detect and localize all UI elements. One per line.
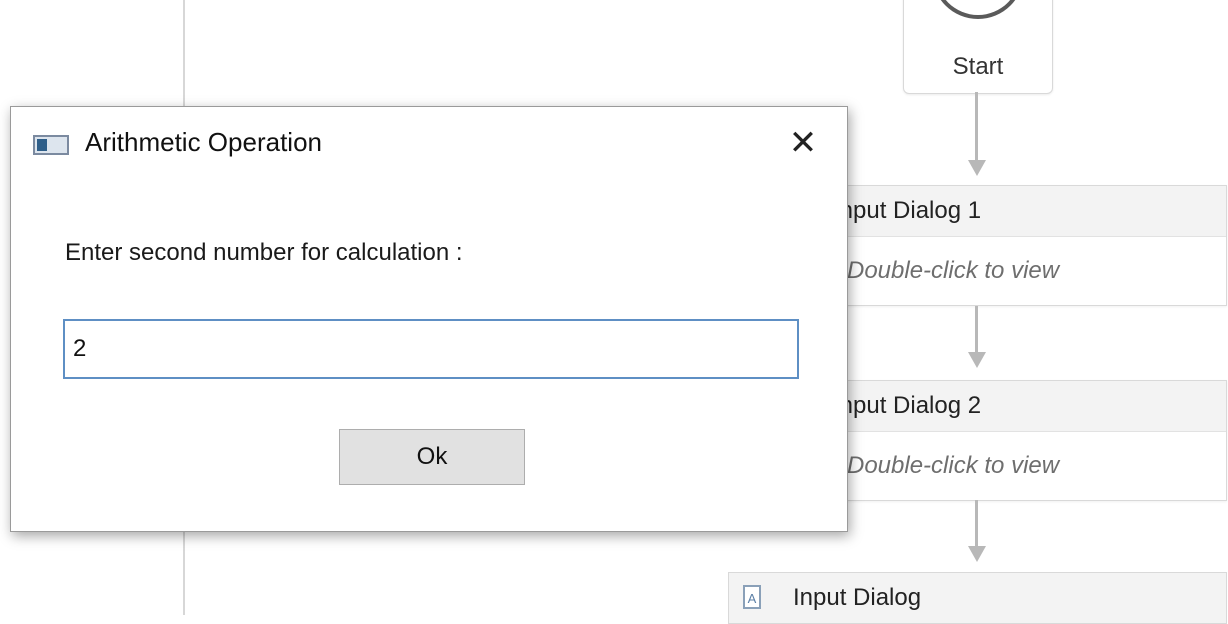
text-document-icon: A — [743, 585, 761, 609]
start-node[interactable]: Start — [903, 0, 1053, 94]
number-input[interactable] — [63, 319, 799, 379]
arithmetic-operation-dialog: Arithmetic Operation ✕ Enter second numb… — [10, 106, 848, 532]
ok-button[interactable]: Ok — [339, 429, 525, 485]
activity-title: Input Dialog — [793, 584, 922, 611]
start-label: Start — [952, 53, 1004, 80]
connector-arrow — [968, 546, 986, 562]
activity-input-dialog-3[interactable]: A Input Dialog — [728, 572, 1227, 624]
dialog-title: Arithmetic Operation — [85, 127, 322, 157]
window-icon — [33, 135, 69, 155]
prompt-label: Enter second number for calculation : — [65, 239, 463, 266]
start-circle-icon — [932, 0, 1024, 19]
connector-arrow — [968, 352, 986, 368]
connector-line — [975, 92, 978, 162]
dialog-titlebar[interactable]: Arithmetic Operation ✕ — [11, 107, 847, 183]
connector-line — [975, 306, 978, 354]
connector-arrow — [968, 160, 986, 176]
connector-line — [975, 500, 978, 548]
close-icon[interactable]: ✕ — [777, 121, 829, 165]
